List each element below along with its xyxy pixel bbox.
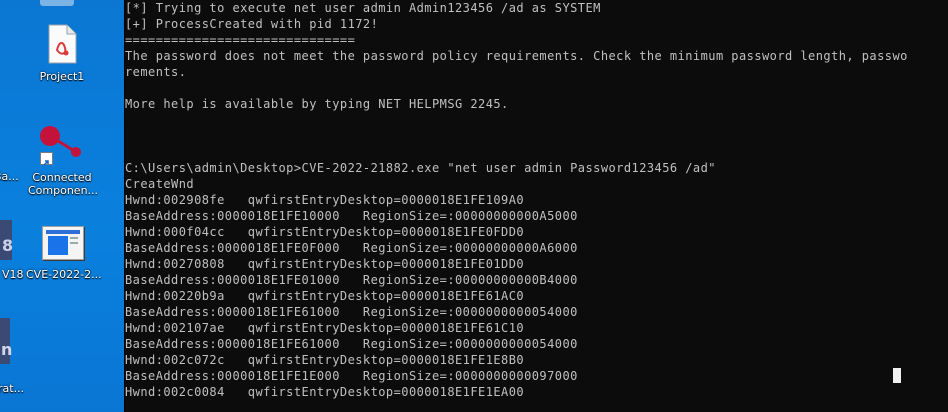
console-line: ==============================: [125, 33, 356, 47]
partial-top-icon[interactable]: [40, 0, 74, 6]
console-line: Hwnd:002107ae qwfirstEntryDesktop=000001…: [125, 321, 525, 335]
console-line: BaseAddress:0000018E1FE0F000 RegionSize=…: [125, 241, 578, 255]
desktop-icon-partial-rat[interactable]: n rat...: [0, 316, 26, 396]
console-line: Hwnd:002c0084 qwfirstEntryDesktop=000001…: [125, 385, 525, 399]
console-line: BaseAddress:0000018E1FE10000 RegionSize=…: [125, 209, 578, 223]
desktop-area: Project1 Connected Componen... Ba... 8 V…: [0, 0, 125, 412]
app-icon: 8: [0, 220, 13, 260]
console-line: More help is available by typing NET HEL…: [125, 97, 509, 111]
console-line: Hwnd:000f04cc qwfirstEntryDesktop=000001…: [125, 225, 525, 239]
console-line: Hwnd:00270808 qwfirstEntryDesktop=000001…: [125, 257, 525, 271]
console-window[interactable]: [*] Trying to execute net user admin Adm…: [125, 0, 948, 412]
document-icon: [48, 24, 77, 64]
console-line: BaseAddress:0000018E1FE01000 RegionSize=…: [125, 273, 578, 287]
desktop-icon-label: CVE-2022-2...: [26, 268, 102, 281]
desktop-icon-label: Project1: [39, 70, 85, 83]
app-icon: n: [0, 318, 12, 364]
text-cursor: [893, 368, 901, 383]
console-line: BaseAddress:0000018E1FE61000 RegionSize=…: [125, 305, 578, 319]
desktop-icon-label-line2: Componen...: [28, 184, 99, 197]
desktop-icon-label: Ba...: [0, 170, 19, 183]
console-line: Hwnd:002908fe qwfirstEntryDesktop=000001…: [125, 193, 525, 207]
desktop-icon-connected-components[interactable]: Connected Componen...: [28, 120, 99, 204]
desktop-icon-partial-v18[interactable]: 8 V18: [0, 218, 26, 288]
desktop-icon-partial-ba[interactable]: Ba...: [0, 150, 22, 190]
console-line: CreateWnd: [125, 177, 195, 191]
console-line: BaseAddress:0000018E1FE1E000 RegionSize=…: [125, 369, 578, 383]
console-line: Hwnd:00220b9a qwfirstEntryDesktop=000001…: [125, 289, 525, 303]
desktop-icon-project1[interactable]: Project1: [30, 20, 94, 90]
console-line: Hwnd:002c072c qwfirstEntryDesktop=000001…: [125, 353, 525, 367]
desktop-icon-label: rat...: [0, 382, 25, 395]
console-output: [*] Trying to execute net user admin Adm…: [125, 0, 948, 400]
console-line: rements.: [125, 65, 187, 79]
window-app-icon: [42, 226, 84, 260]
desktop-icon-label-line1: Connected: [32, 171, 92, 184]
console-line: C:\Users\admin\Desktop>CVE-2022-21882.ex…: [125, 161, 716, 175]
desktop-icon-cve-exe[interactable]: CVE-2022-2...: [26, 222, 102, 288]
console-line: [*] Trying to execute net user admin Adm…: [125, 1, 601, 15]
console-line: [+] ProcessCreated with pid 1172!: [125, 17, 379, 31]
shortcut-arrow-icon: [40, 152, 53, 166]
console-line: BaseAddress:0000018E1FE61000 RegionSize=…: [125, 337, 578, 351]
desktop-icon-label: V18: [2, 268, 24, 281]
console-line: The password does not meet the password …: [125, 49, 908, 63]
